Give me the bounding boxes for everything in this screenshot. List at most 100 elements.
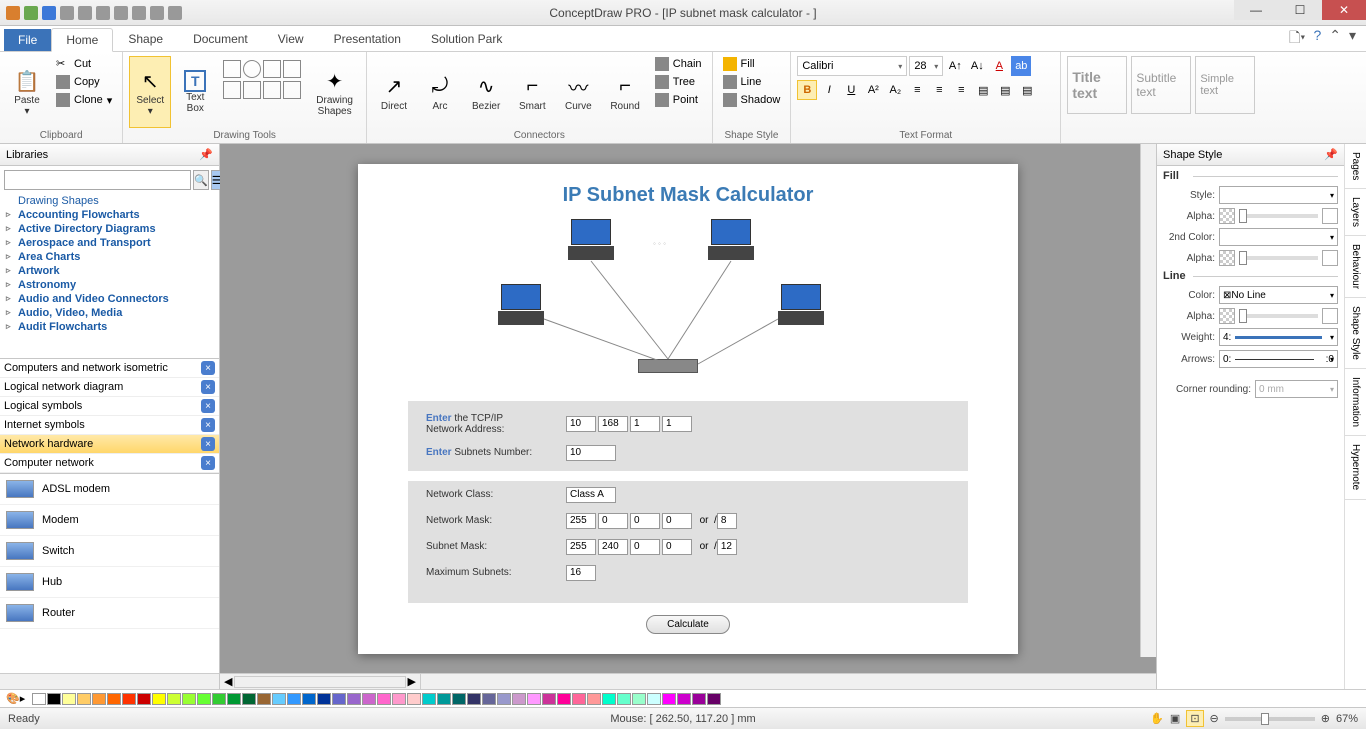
direct-button[interactable]: ↗Direct	[373, 56, 415, 128]
calculate-button[interactable]: Calculate	[646, 615, 730, 634]
color-swatch[interactable]	[347, 693, 361, 705]
shape-item[interactable]: Modem	[0, 505, 219, 536]
color-swatch[interactable]	[392, 693, 406, 705]
color-swatch[interactable]	[452, 693, 466, 705]
tree-button[interactable]: Tree	[651, 74, 706, 90]
server-icon[interactable]	[638, 359, 698, 373]
library-tree[interactable]: Drawing Shapes Accounting Flowcharts Act…	[0, 194, 219, 359]
line-button[interactable]: Line	[719, 74, 785, 90]
tab-pages[interactable]: Pages	[1345, 144, 1366, 189]
color-swatch[interactable]	[467, 693, 481, 705]
pin-icon[interactable]: 📌	[1324, 148, 1338, 161]
tab-presentation[interactable]: Presentation	[319, 27, 416, 51]
close-icon[interactable]: ×	[201, 456, 215, 470]
color-swatch[interactable]	[212, 693, 226, 705]
tree-item[interactable]: Artwork	[0, 264, 219, 278]
chain-button[interactable]: Chain	[651, 56, 706, 72]
italic-button[interactable]: I	[819, 80, 839, 100]
color-swatch[interactable]	[62, 693, 76, 705]
close-icon[interactable]: ×	[201, 399, 215, 413]
maximize-button[interactable]: ☐	[1278, 0, 1322, 20]
arrows-select[interactable]: 0::0	[1219, 350, 1338, 368]
zoom-slider[interactable]	[1225, 717, 1315, 721]
color-swatch[interactable]	[362, 693, 376, 705]
curve-button[interactable]: 〰Curve	[557, 56, 599, 128]
qat-icon[interactable]	[132, 6, 146, 20]
palette-icon[interactable]: 🎨▸	[6, 692, 25, 705]
valign-bot-button[interactable]: ▤	[1017, 80, 1037, 100]
shadow-button[interactable]: Shadow	[719, 92, 785, 108]
qat-icon[interactable]	[78, 6, 92, 20]
tree-item[interactable]: Audio, Video, Media	[0, 306, 219, 320]
color-swatch[interactable]	[377, 693, 391, 705]
fill-button[interactable]: Fill	[719, 56, 785, 72]
qat-icon[interactable]	[150, 6, 164, 20]
align-left-button[interactable]: ≡	[907, 80, 927, 100]
fontcolor-button[interactable]: A	[989, 56, 1009, 76]
style-simple[interactable]: Simple text	[1195, 56, 1255, 114]
qat-icon[interactable]	[42, 6, 56, 20]
qat-icon[interactable]	[60, 6, 74, 20]
font-select[interactable]: Calibri	[797, 56, 907, 76]
hscroll-track[interactable]	[420, 674, 1156, 689]
qat-icon[interactable]	[6, 6, 20, 20]
color-swatch[interactable]	[707, 693, 721, 705]
valign-mid-button[interactable]: ▤	[995, 80, 1015, 100]
computer-icon[interactable]	[708, 219, 754, 261]
color-swatch[interactable]	[632, 693, 646, 705]
tab-behaviour[interactable]: Behaviour	[1345, 236, 1366, 298]
opts-icon[interactable]: ▾	[1349, 27, 1356, 51]
zoom-in-button[interactable]: ⊕	[1321, 712, 1330, 725]
style-title[interactable]: Title text	[1067, 56, 1127, 114]
align-center-button[interactable]: ≡	[929, 80, 949, 100]
color-swatch[interactable]	[92, 693, 106, 705]
doc-icon[interactable]: 🗋▾	[1289, 27, 1305, 51]
fit-icon[interactable]: ⊡	[1186, 710, 1203, 727]
color-swatch[interactable]	[692, 693, 706, 705]
color-swatch[interactable]	[47, 693, 61, 705]
shape-ellipse-icon[interactable]	[243, 60, 261, 78]
select-button[interactable]: ↖Select▾	[129, 56, 171, 128]
tab-information[interactable]: Information	[1345, 369, 1366, 436]
close-icon[interactable]: ×	[201, 418, 215, 432]
point-button[interactable]: Point	[651, 92, 706, 108]
color-swatch[interactable]	[332, 693, 346, 705]
shape-spline-icon[interactable]	[283, 81, 301, 99]
linecolor-select[interactable]: ⊠ No Line	[1219, 286, 1338, 304]
zoom-out-button[interactable]: ⊖	[1210, 712, 1219, 725]
color-swatch[interactable]	[647, 693, 661, 705]
clone-button[interactable]: Clone ▾	[52, 92, 116, 108]
help-icon[interactable]: ?	[1313, 27, 1321, 51]
open-lib-item[interactable]: Computers and network isometric×	[0, 359, 219, 378]
search-button[interactable]: 🔍	[193, 170, 209, 190]
color-swatch[interactable]	[512, 693, 526, 705]
align-right-button[interactable]: ≡	[951, 80, 971, 100]
open-lib-item[interactable]: Computer network×	[0, 454, 219, 473]
style-subtitle[interactable]: Subtitle text	[1131, 56, 1191, 114]
shape-item[interactable]: ADSL modem	[0, 474, 219, 505]
color-swatch[interactable]	[587, 693, 601, 705]
round-button[interactable]: ⌐Round	[603, 56, 646, 128]
valign-top-button[interactable]: ▤	[973, 80, 993, 100]
color-swatch[interactable]	[497, 693, 511, 705]
shrink-font-button[interactable]: A↓	[967, 56, 987, 76]
highlight-button[interactable]: ab	[1011, 56, 1031, 76]
color-swatch[interactable]	[677, 693, 691, 705]
tree-item[interactable]: Accounting Flowcharts	[0, 208, 219, 222]
color-swatch[interactable]	[197, 693, 211, 705]
document-page[interactable]: IP Subnet Mask Calculator ◦ ◦ ◦	[358, 164, 1018, 654]
color-swatch[interactable]	[32, 693, 46, 705]
shape-bezier-icon[interactable]	[283, 60, 301, 78]
color-swatch[interactable]	[272, 693, 286, 705]
open-lib-item[interactable]: Network hardware×	[0, 435, 219, 454]
tree-item[interactable]: Aerospace and Transport	[0, 236, 219, 250]
computer-icon[interactable]	[498, 284, 544, 326]
color-swatch[interactable]	[617, 693, 631, 705]
color-swatch[interactable]	[557, 693, 571, 705]
fill-style-select[interactable]	[1219, 186, 1338, 204]
left-hscroll[interactable]	[0, 673, 219, 689]
color-swatch[interactable]	[302, 693, 316, 705]
alpha2-slider[interactable]	[1239, 256, 1318, 260]
color-swatch[interactable]	[77, 693, 91, 705]
qat-icon[interactable]	[114, 6, 128, 20]
